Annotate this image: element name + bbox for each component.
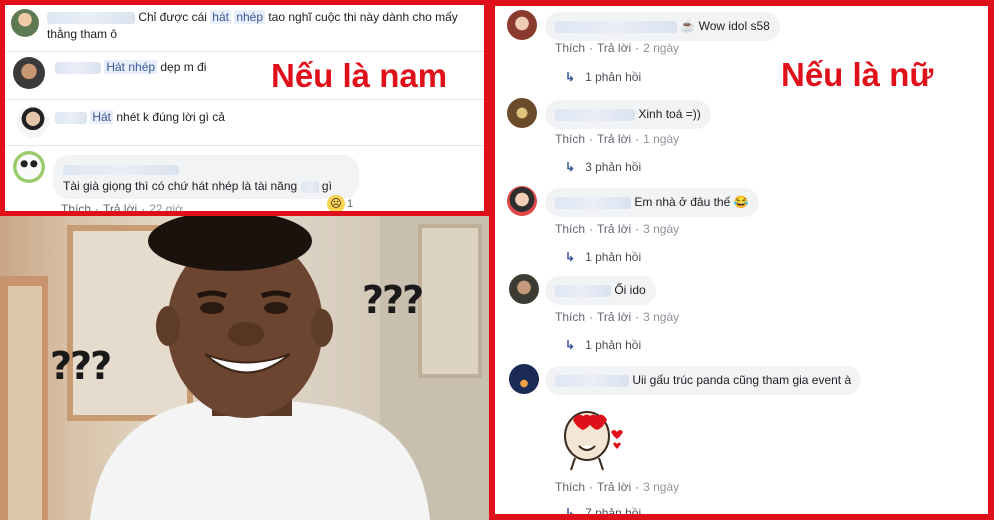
panda-heart-eyes-sticker: [564, 411, 623, 471]
male-label: Nếu là nam: [271, 57, 448, 94]
timestamp[interactable]: 2 ngày: [643, 41, 679, 55]
commenter-avatar[interactable]: [11, 9, 39, 37]
reply-link[interactable]: Trả lời: [597, 480, 631, 494]
comment-bubble: Xinh toá =)): [545, 100, 711, 129]
reply-link[interactable]: Trả lời: [597, 310, 631, 324]
view-replies-link[interactable]: ↳ 1 phản hồi: [565, 250, 641, 264]
reply-arrow-icon: ↳: [565, 250, 576, 264]
question-marks-left: ???: [50, 344, 112, 388]
timestamp[interactable]: 3 ngày: [643, 480, 679, 494]
blurred-username: [47, 11, 135, 24]
view-replies-link[interactable]: ↳ 1 phản hồi: [565, 338, 641, 352]
reaction-count: 1: [347, 198, 354, 210]
timestamp[interactable]: 3 ngày: [643, 310, 679, 324]
timestamp[interactable]: 22 giờ: [149, 202, 183, 211]
blurred-username: [555, 20, 677, 33]
comment-1-text: Chỉ được cái hát nhép tao nghĩ cuộc thi …: [47, 10, 458, 41]
reply-link[interactable]: Trả lời: [597, 41, 631, 55]
blurred-username: [55, 111, 87, 124]
highlight-keyword[interactable]: nhép: [234, 10, 266, 24]
commenter-avatar[interactable]: [17, 106, 49, 138]
comment-2-text: Hát nhép dẹp m đi: [55, 59, 206, 76]
blurred-username: [555, 374, 629, 387]
female-label: Nếu là nữ: [781, 56, 934, 93]
like-link[interactable]: Thích: [555, 310, 585, 324]
highlight-keyword[interactable]: Hát nhép: [104, 60, 158, 74]
comment-bubble: Uii gấu trúc panda cũng tham gia event à: [545, 366, 862, 395]
commenter-avatar[interactable]: [507, 10, 537, 40]
highlight-keyword[interactable]: Hát: [90, 110, 114, 124]
reply-arrow-icon: ↳: [565, 160, 576, 174]
commenter-avatar[interactable]: [509, 274, 539, 304]
like-link[interactable]: Thích: [555, 132, 585, 146]
like-link[interactable]: Thích: [61, 202, 91, 211]
comment-actions: Thích · Trả lời · 1 ngày: [555, 132, 680, 146]
like-link[interactable]: Thích: [555, 480, 585, 494]
comment-actions: Thích · Trả lời · 3 ngày: [555, 310, 680, 324]
question-marks-right: ???: [362, 278, 424, 322]
timestamp[interactable]: 1 ngày: [643, 132, 679, 146]
commenter-avatar[interactable]: [13, 57, 45, 89]
view-replies-link[interactable]: ↳ 3 phản hồi: [565, 160, 641, 174]
reply-link[interactable]: Trả lời: [597, 132, 631, 146]
blurred-username: [555, 196, 631, 209]
male-comments-panel: Chỉ được cái hát nhép tao nghĩ cuộc thi …: [0, 0, 489, 216]
view-replies-link[interactable]: ↳ 7 phản hồi: [565, 506, 641, 520]
divider: [5, 99, 484, 100]
comment-actions: Thích · Trả lời · 3 ngày: [555, 222, 680, 236]
like-link[interactable]: Thích: [555, 41, 585, 55]
confused-man-meme-photo: ??? ???: [0, 216, 489, 520]
reply-arrow-icon: ↳: [565, 70, 576, 84]
coffee-icon: ☕: [680, 19, 696, 33]
sad-reaction-icon[interactable]: ☹: [327, 195, 345, 211]
comment-actions: Thích · Trả lời · 2 ngày: [555, 41, 680, 55]
blurred-word: [300, 180, 319, 193]
blurred-username: [555, 284, 611, 297]
comment-4-bubble: Tài già giọng thì có chứ hát nhép là tài…: [53, 155, 359, 199]
commenter-avatar[interactable]: [509, 364, 539, 394]
blurred-username: [63, 164, 179, 175]
commenter-avatar[interactable]: [507, 186, 537, 216]
blurred-username: [55, 61, 101, 74]
commenter-avatar[interactable]: [507, 98, 537, 128]
blurred-username: [555, 108, 635, 121]
comment-bubble: Ối ido: [545, 276, 656, 305]
timestamp[interactable]: 3 ngày: [643, 222, 679, 236]
comment-bubble: ☕ Wow idol s58: [545, 12, 780, 41]
female-comments-panel: ☕ Wow idol s58 Thích · Trả lời · 2 ngày ↳ 1 p…: [489, 0, 994, 520]
view-replies-link[interactable]: ↳ 1 phản hồi: [565, 70, 641, 84]
comment-bubble: Em nhà ở đâu thế 😂: [545, 188, 759, 217]
panda-avatar[interactable]: [13, 151, 45, 183]
reply-link[interactable]: Trả lời: [597, 222, 631, 236]
comment-3-text: Hát nhét k đúng lời gì cả: [55, 109, 225, 126]
divider: [5, 51, 484, 52]
reply-arrow-icon: ↳: [565, 338, 576, 352]
divider: [5, 145, 484, 146]
comment-actions: Thích · Trả lời · 3 ngày: [555, 480, 680, 494]
highlight-keyword[interactable]: hát: [210, 10, 231, 24]
reply-arrow-icon: ↳: [565, 506, 576, 520]
reply-link[interactable]: Trả lời: [103, 202, 137, 211]
like-link[interactable]: Thích: [555, 222, 585, 236]
comment-4-actions: Thích · Trả lời · 22 giờ: [61, 202, 183, 216]
